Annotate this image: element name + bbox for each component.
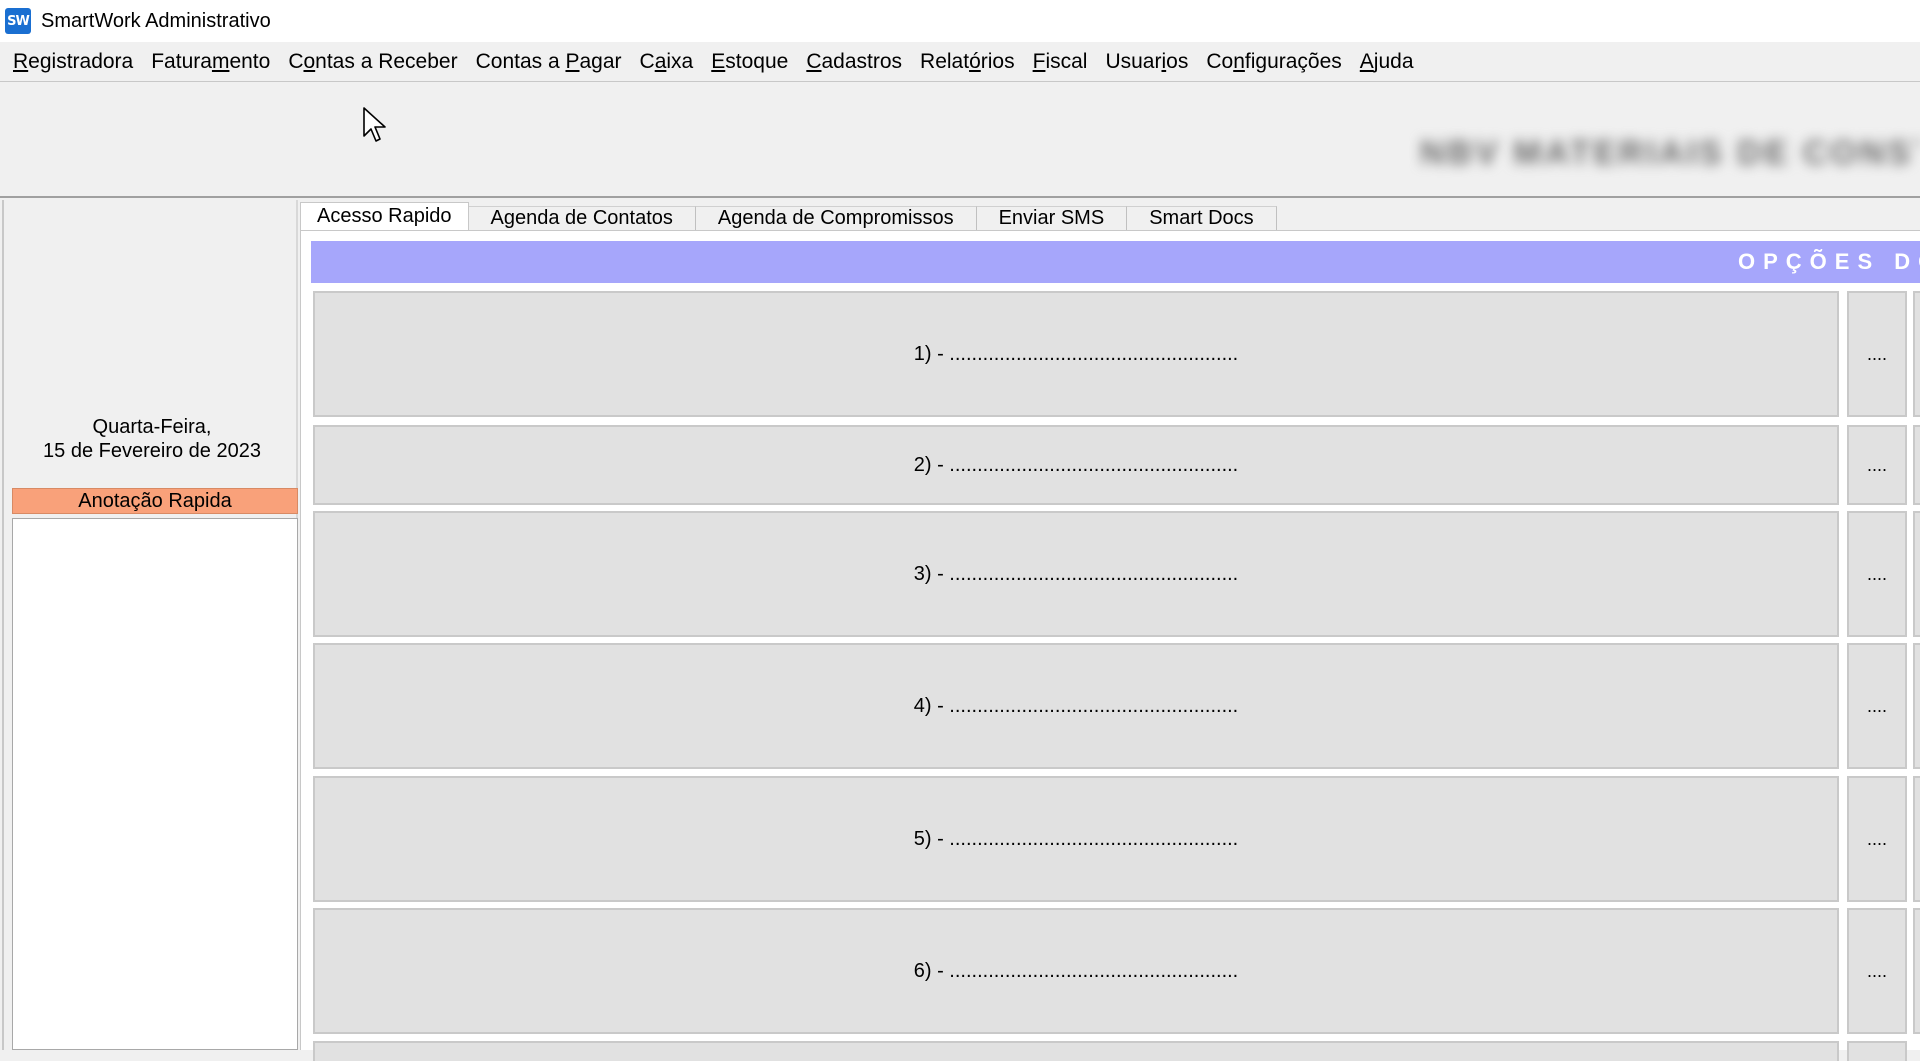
quick-access-slot-3[interactable]: 3) - ...................................…	[313, 511, 1839, 637]
tab-smart-docs[interactable]: Smart Docs	[1127, 206, 1277, 230]
left-panel: Quarta-Feira, 15 de Fevereiro de 2023 An…	[2, 200, 298, 1050]
menu-caixa[interactable]: Caixa	[631, 46, 703, 78]
menu-bar: Registradora Faturamento Contas a Recebe…	[0, 42, 1920, 82]
tab-agenda-de-compromissos[interactable]: Agenda de Compromissos	[695, 206, 977, 230]
menu-usuarios[interactable]: Usuarios	[1096, 46, 1197, 78]
title-bar: SW SmartWork Administrativo	[0, 0, 1920, 42]
menu-fiscal[interactable]: Fiscal	[1024, 46, 1097, 78]
slot-2-extra-edge	[1913, 425, 1920, 505]
slot-1-config-button[interactable]: ....	[1847, 291, 1907, 417]
slot-6-extra-edge	[1913, 908, 1920, 1034]
tab-acesso-rapido[interactable]: Acesso Rapido	[300, 202, 469, 230]
quick-access-panel: OPÇÕES DO 1) - .........................…	[300, 230, 1920, 1061]
weekday-label: Quarta-Feira,	[92, 416, 212, 438]
company-name-banner: NBV MATERIAIS DE CONSTRL	[1420, 134, 1920, 172]
slot-6-config-button[interactable]: ....	[1847, 908, 1907, 1034]
window-title: SmartWork Administrativo	[41, 9, 271, 32]
quick-access-slot-2[interactable]: 2) - ...................................…	[313, 425, 1839, 505]
tab-strip: Acesso Rapido Agenda de Contatos Agenda …	[300, 202, 1277, 230]
slot-7-config-button-partial[interactable]	[1847, 1041, 1907, 1061]
tab-enviar-sms[interactable]: Enviar SMS	[976, 206, 1128, 230]
toolbar-area: NBV MATERIAIS DE CONSTRL	[0, 82, 1920, 198]
menu-configuracoes[interactable]: Configurações	[1197, 46, 1350, 78]
slot-3-extra-edge	[1913, 511, 1920, 637]
slot-2-config-button[interactable]: ....	[1847, 425, 1907, 505]
menu-contas-a-pagar[interactable]: Contas a Pagar	[467, 46, 631, 78]
menu-faturamento[interactable]: Faturamento	[142, 46, 279, 78]
quick-access-slot-4[interactable]: 4) - ...................................…	[313, 643, 1839, 769]
date-label: 15 de Fevereiro de 2023	[43, 440, 261, 462]
slot-5-extra-edge	[1913, 776, 1920, 902]
menu-contas-a-receber[interactable]: Contas a Receber	[279, 46, 466, 78]
mouse-cursor-icon	[363, 107, 386, 142]
slot-4-extra-edge	[1913, 643, 1920, 769]
quick-note-textarea[interactable]	[12, 518, 298, 1050]
app-logo-icon: SW	[5, 8, 31, 34]
slot-1-extra-edge	[1913, 291, 1920, 417]
quick-access-slot-6[interactable]: 6) - ...................................…	[313, 908, 1839, 1034]
tab-agenda-de-contatos[interactable]: Agenda de Contatos	[468, 206, 696, 230]
menu-registradora[interactable]: Registradora	[4, 46, 142, 78]
menu-cadastros[interactable]: Cadastros	[797, 46, 911, 78]
menu-estoque[interactable]: Estoque	[702, 46, 797, 78]
quick-access-slot-5[interactable]: 5) - ...................................…	[313, 776, 1839, 902]
menu-relatorios[interactable]: Relatórios	[911, 46, 1024, 78]
quick-access-slot-7-partial[interactable]	[313, 1041, 1839, 1061]
slot-4-config-button[interactable]: ....	[1847, 643, 1907, 769]
slot-5-config-button[interactable]: ....	[1847, 776, 1907, 902]
quick-note-header: Anotação Rapida	[12, 488, 298, 514]
slot-3-config-button[interactable]: ....	[1847, 511, 1907, 637]
options-header: OPÇÕES DO	[311, 241, 1920, 283]
quick-access-slot-1[interactable]: 1) - ...................................…	[313, 291, 1839, 417]
menu-ajuda[interactable]: Ajuda	[1351, 46, 1423, 78]
